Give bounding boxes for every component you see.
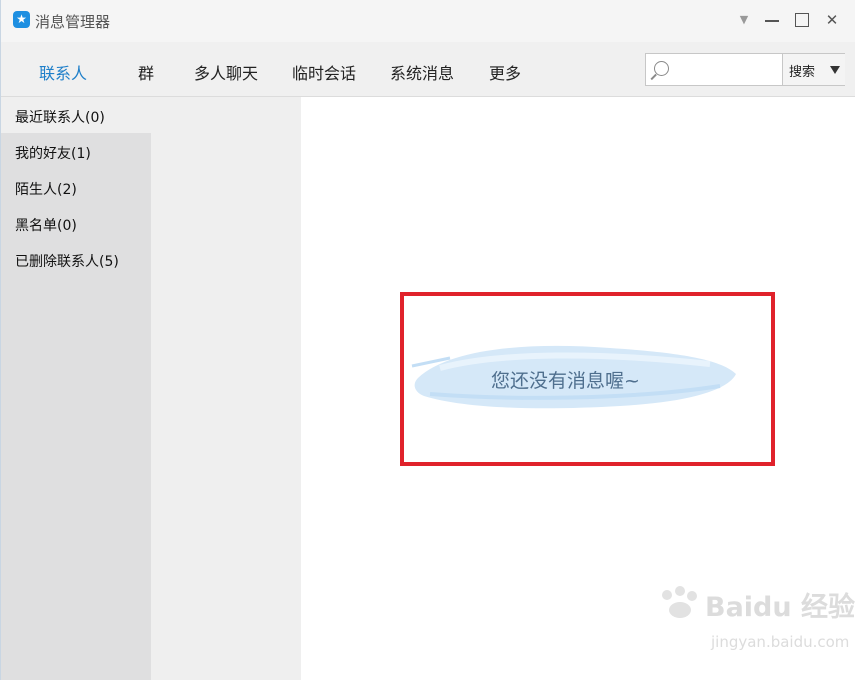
chevron-down-icon[interactable] <box>830 66 840 74</box>
window-title: 消息管理器 <box>35 13 111 31</box>
message-list-area: 您还没有消息喔~ Baidu 经验 jingyan.baidu.com <box>301 97 855 680</box>
search-box: 搜索 <box>645 53 845 86</box>
sidebar-item-label: 我的好友(1) <box>15 146 91 162</box>
minimize-button[interactable] <box>760 8 784 32</box>
tab-system-messages[interactable]: 系统消息 <box>390 60 454 84</box>
empty-message: 您还没有消息喔~ <box>491 370 640 392</box>
sidebar-item-strangers[interactable]: 陌生人(2) <box>1 169 151 205</box>
sidebar-item-label: 已删除联系人(5) <box>15 254 119 270</box>
minimize-icon <box>765 20 779 22</box>
close-button[interactable]: ✕ <box>820 8 844 32</box>
sidebar-item-label: 最近联系人(0) <box>15 110 105 126</box>
sidebar-item-my-friends[interactable]: 我的好友(1) <box>1 133 151 169</box>
window-menu-button[interactable]: ▼ <box>732 8 756 32</box>
sidebar-item-blacklist[interactable]: 黑名单(0) <box>1 205 151 241</box>
sidebar-item-label: 黑名单(0) <box>15 218 77 234</box>
maximize-icon <box>795 13 809 27</box>
watermark-url: jingyan.baidu.com <box>711 633 850 651</box>
search-input[interactable] <box>676 56 784 85</box>
tab-contacts[interactable]: 联系人 <box>39 60 87 84</box>
search-button[interactable]: 搜索 <box>782 54 845 85</box>
star-bubble-icon: ★ <box>13 11 30 28</box>
contact-category-sidebar: 最近联系人(0) 我的好友(1) 陌生人(2) 黑名单(0) 已删除联系人(5) <box>1 97 301 680</box>
tab-groups[interactable]: 群 <box>138 60 154 84</box>
baidu-watermark: Baidu 经验 jingyan.baidu.com <box>653 585 855 665</box>
paw-icon <box>662 586 697 618</box>
sidebar-item-deleted-contacts[interactable]: 已删除联系人(5) <box>1 241 151 277</box>
highlight-annotation-box: 您还没有消息喔~ <box>400 292 775 466</box>
search-icon <box>654 61 669 76</box>
sidebar-item-recent-contacts[interactable]: 最近联系人(0) <box>1 97 151 133</box>
tab-more[interactable]: 更多 <box>489 60 521 84</box>
tab-temp-session[interactable]: 临时会话 <box>292 60 356 84</box>
sidebar-item-label: 陌生人(2) <box>15 182 77 198</box>
message-manager-window: ★ 消息管理器 ▼ ✕ 联系人 群 多人聊天 临时会话 系统消息 更多 搜索 最… <box>0 0 855 680</box>
title-bar: ★ 消息管理器 ▼ ✕ <box>1 0 855 42</box>
tab-multi-chat[interactable]: 多人聊天 <box>194 60 258 84</box>
search-button-label: 搜索 <box>789 65 816 80</box>
watermark-text: Baidu 经验 <box>705 592 855 623</box>
maximize-button[interactable] <box>790 8 814 32</box>
nav-bar: 联系人 群 多人聊天 临时会话 系统消息 更多 搜索 <box>1 42 855 97</box>
